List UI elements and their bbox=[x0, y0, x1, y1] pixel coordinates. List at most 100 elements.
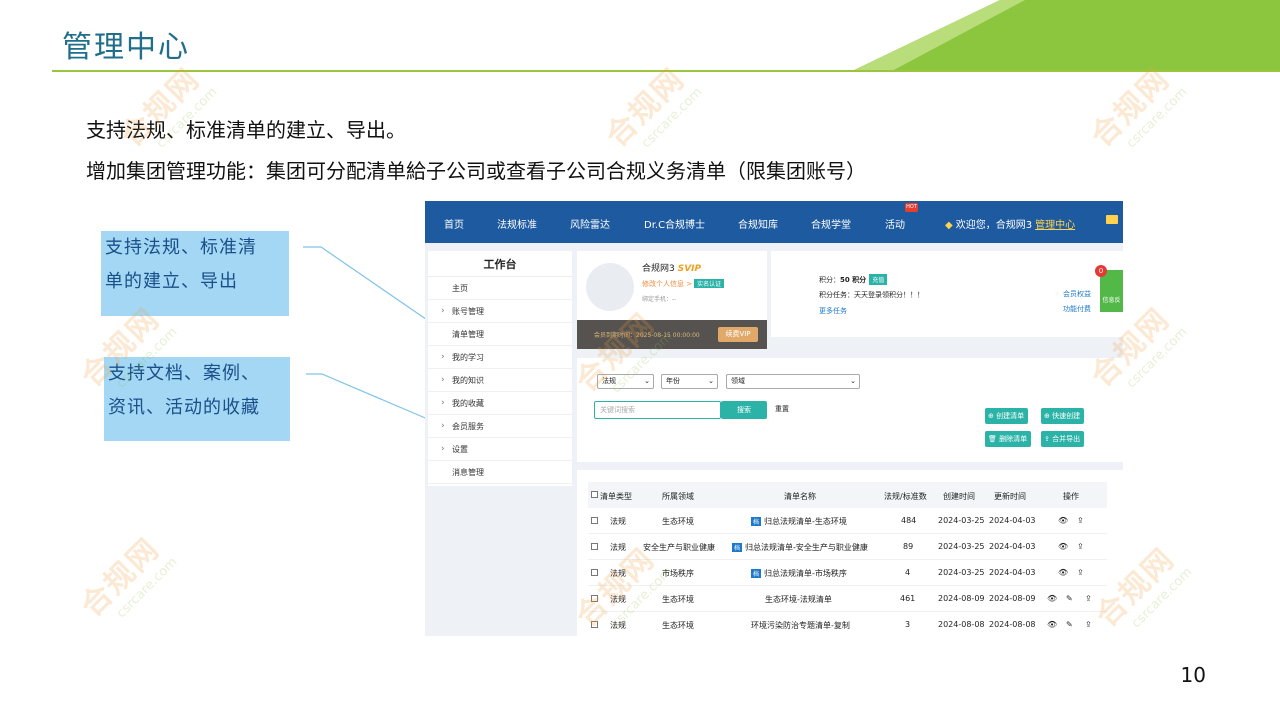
chevron-down-icon: ⌄ bbox=[850, 377, 856, 385]
row-name[interactable]: 档归总法规清单-生态环境 bbox=[751, 516, 847, 527]
select-all-checkbox[interactable] bbox=[591, 491, 598, 498]
chevron-down-icon: ⌄ bbox=[644, 377, 650, 385]
quick-create-button[interactable]: ⊕ 快速创建 bbox=[1041, 408, 1085, 424]
recharge-button[interactable]: 充值 bbox=[869, 274, 888, 285]
title-rule bbox=[52, 70, 1280, 72]
create-list-button[interactable]: ⊕ 创建清单 bbox=[985, 408, 1029, 424]
table-row: 法规 生态环境 环境污染防治专题清单-复制 3 2024-08-08 2024-… bbox=[588, 612, 1107, 636]
chevron-down-icon: ⌄ bbox=[708, 377, 714, 385]
view-icon[interactable]: 👁 bbox=[1058, 516, 1068, 525]
export-icon[interactable]: ⇪ bbox=[1077, 568, 1084, 577]
type-select[interactable]: 法规 ⌄ bbox=[597, 374, 654, 389]
doc-tag-icon: 档 bbox=[751, 517, 762, 526]
admin-center-link[interactable]: 管理中心 bbox=[1035, 220, 1075, 231]
app-screenshot: 首页 法规标准 风险雷达 Dr.C合规博士 合规知库 合规学堂 活动 HOT ◆… bbox=[425, 201, 1123, 636]
nav-home[interactable]: 首页 bbox=[444, 216, 464, 231]
chevron-right-icon: › bbox=[441, 398, 445, 408]
avatar[interactable] bbox=[586, 263, 634, 311]
row-created: 2024-08-08 bbox=[938, 620, 985, 629]
member-rights-link[interactable]: 会员权益 bbox=[1063, 287, 1091, 302]
row-checkbox[interactable] bbox=[591, 543, 598, 550]
year-select[interactable]: 年份 ⌄ bbox=[661, 374, 718, 389]
row-updated: 2024-04-03 bbox=[989, 568, 1036, 577]
nav-activities[interactable]: 活动 bbox=[885, 216, 905, 231]
nav-risk-radar[interactable]: 风险雷达 bbox=[570, 216, 610, 231]
row-name[interactable]: 档归总法规清单-安全生产与职业健康 bbox=[732, 542, 868, 553]
view-icon[interactable]: 👁 bbox=[1058, 568, 1068, 577]
merge-export-button[interactable]: ⇪ 合并导出 bbox=[1041, 431, 1085, 447]
view-icon[interactable]: 👁 bbox=[1047, 594, 1057, 603]
sidebar-title: 工作台 bbox=[428, 251, 572, 277]
row-name[interactable]: 档归总法规清单-市场秩序 bbox=[751, 568, 847, 579]
points-value: 50 积分 bbox=[840, 276, 867, 284]
keyword-search-input[interactable]: 关键词搜索 bbox=[594, 401, 721, 419]
row-checkbox[interactable] bbox=[591, 595, 598, 602]
renew-vip-button[interactable]: 续费VIP bbox=[718, 327, 758, 342]
sidebar-item-account[interactable]: › 账号管理 bbox=[428, 300, 572, 323]
header-actions: 操作 bbox=[1063, 492, 1079, 501]
chevron-right-icon: › bbox=[441, 421, 445, 431]
watermark-logo: 合规网 csrcare.com bbox=[74, 531, 181, 625]
export-icon[interactable]: ⇪ bbox=[1085, 620, 1092, 629]
export-icon[interactable]: ⇪ bbox=[1077, 542, 1084, 551]
page-number: 10 bbox=[1180, 663, 1206, 687]
table-row: 法规 生态环境 档归总法规清单-生态环境 484 2024-03-25 2024… bbox=[588, 508, 1107, 534]
list-table: 清单类型 所属领域 清单名称 法规/标准数 创建时间 更新时间 操作 法规 生态… bbox=[577, 470, 1123, 636]
callout-line: 单的建立、导出 bbox=[105, 271, 238, 292]
row-checkbox[interactable] bbox=[591, 621, 598, 628]
nav-dr-c[interactable]: Dr.C合规博士 bbox=[644, 216, 705, 231]
chevron-right-icon: › bbox=[441, 444, 445, 454]
nav-regulations[interactable]: 法规标准 bbox=[497, 216, 537, 231]
sidebar-item-favorites[interactable]: › 我的收藏 bbox=[428, 392, 572, 415]
delete-list-button[interactable]: 🗑 删除清单 bbox=[985, 431, 1032, 447]
welcome-text: 欢迎您，合规网3 bbox=[955, 220, 1033, 231]
table-row: 法规 市场秩序 档归总法规清单-市场秩序 4 2024-03-25 2024-0… bbox=[588, 560, 1107, 586]
view-icon[interactable]: 👁 bbox=[1047, 620, 1057, 629]
mail-icon[interactable] bbox=[1106, 215, 1118, 224]
field-select[interactable]: 领域 ⌄ bbox=[726, 374, 860, 389]
verified-badge: 实名认证 bbox=[694, 279, 725, 288]
sidebar-item-settings[interactable]: › 设置 bbox=[428, 438, 572, 461]
edit-icon[interactable]: ✎ bbox=[1066, 620, 1073, 629]
view-icon[interactable]: 👁 bbox=[1058, 542, 1068, 551]
table-row: 法规 安全生产与职业健康 档归总法规清单-安全生产与职业健康 89 2024-0… bbox=[588, 534, 1107, 560]
notification-badge[interactable]: 0 bbox=[1095, 265, 1107, 277]
search-button[interactable]: 搜索 bbox=[721, 401, 767, 419]
export-icon[interactable]: ⇪ bbox=[1077, 516, 1084, 525]
row-created: 2024-03-25 bbox=[938, 542, 985, 551]
row-count: 89 bbox=[903, 542, 914, 551]
row-name[interactable]: 环境污染防治专题清单-复制 bbox=[751, 620, 850, 631]
table-header: 清单类型 所属领域 清单名称 法规/标准数 创建时间 更新时间 操作 bbox=[588, 482, 1107, 508]
callout-line: 资讯、活动的收藏 bbox=[108, 397, 260, 418]
more-tasks-link[interactable]: 更多任务 bbox=[819, 306, 847, 316]
doc-tag-icon: 档 bbox=[751, 569, 762, 578]
member-links: 会员权益 功能付费 bbox=[1063, 287, 1091, 317]
chevron-right-icon: › bbox=[441, 306, 445, 316]
sidebar-item-membership[interactable]: › 会员服务 bbox=[428, 415, 572, 438]
svip-badge: SVIP bbox=[677, 264, 702, 274]
export-icon[interactable]: ⇪ bbox=[1085, 594, 1092, 603]
row-checkbox[interactable] bbox=[591, 569, 598, 576]
edit-profile-link[interactable]: 修改个人信息 > 实名认证 bbox=[642, 279, 725, 289]
row-count: 4 bbox=[905, 568, 911, 577]
row-field: 生态环境 bbox=[662, 595, 694, 604]
row-type: 法规 bbox=[610, 569, 626, 578]
paid-features-link[interactable]: 功能付费 bbox=[1063, 302, 1091, 317]
sidebar-item-learning[interactable]: › 我的学习 bbox=[428, 346, 572, 369]
profile-name: 合规网3 SVIP bbox=[642, 264, 702, 274]
sidebar-item-list-management[interactable]: 清单管理 bbox=[428, 323, 572, 346]
sidebar-item-home[interactable]: 主页 bbox=[428, 277, 572, 300]
edit-icon[interactable]: ✎ bbox=[1066, 594, 1073, 603]
corner-decoration bbox=[850, 0, 1280, 72]
nav-academy[interactable]: 合规学堂 bbox=[811, 216, 851, 231]
header-name: 清单名称 bbox=[784, 492, 816, 501]
sidebar-item-messages[interactable]: 消息管理 bbox=[428, 461, 572, 484]
top-nav: 首页 法规标准 风险雷达 Dr.C合规博士 合规知库 合规学堂 活动 HOT ◆… bbox=[425, 201, 1123, 243]
reset-button[interactable]: 重置 bbox=[775, 404, 789, 414]
row-type: 法规 bbox=[610, 543, 626, 552]
sidebar-item-knowledge[interactable]: › 我的知识 bbox=[428, 369, 572, 392]
callout-list-management: 支持法规、标准清 单的建立、导出 bbox=[101, 231, 289, 316]
row-checkbox[interactable] bbox=[591, 517, 598, 524]
row-name[interactable]: 生态环境-法规清单 bbox=[765, 594, 832, 605]
nav-knowledge[interactable]: 合规知库 bbox=[738, 216, 778, 231]
